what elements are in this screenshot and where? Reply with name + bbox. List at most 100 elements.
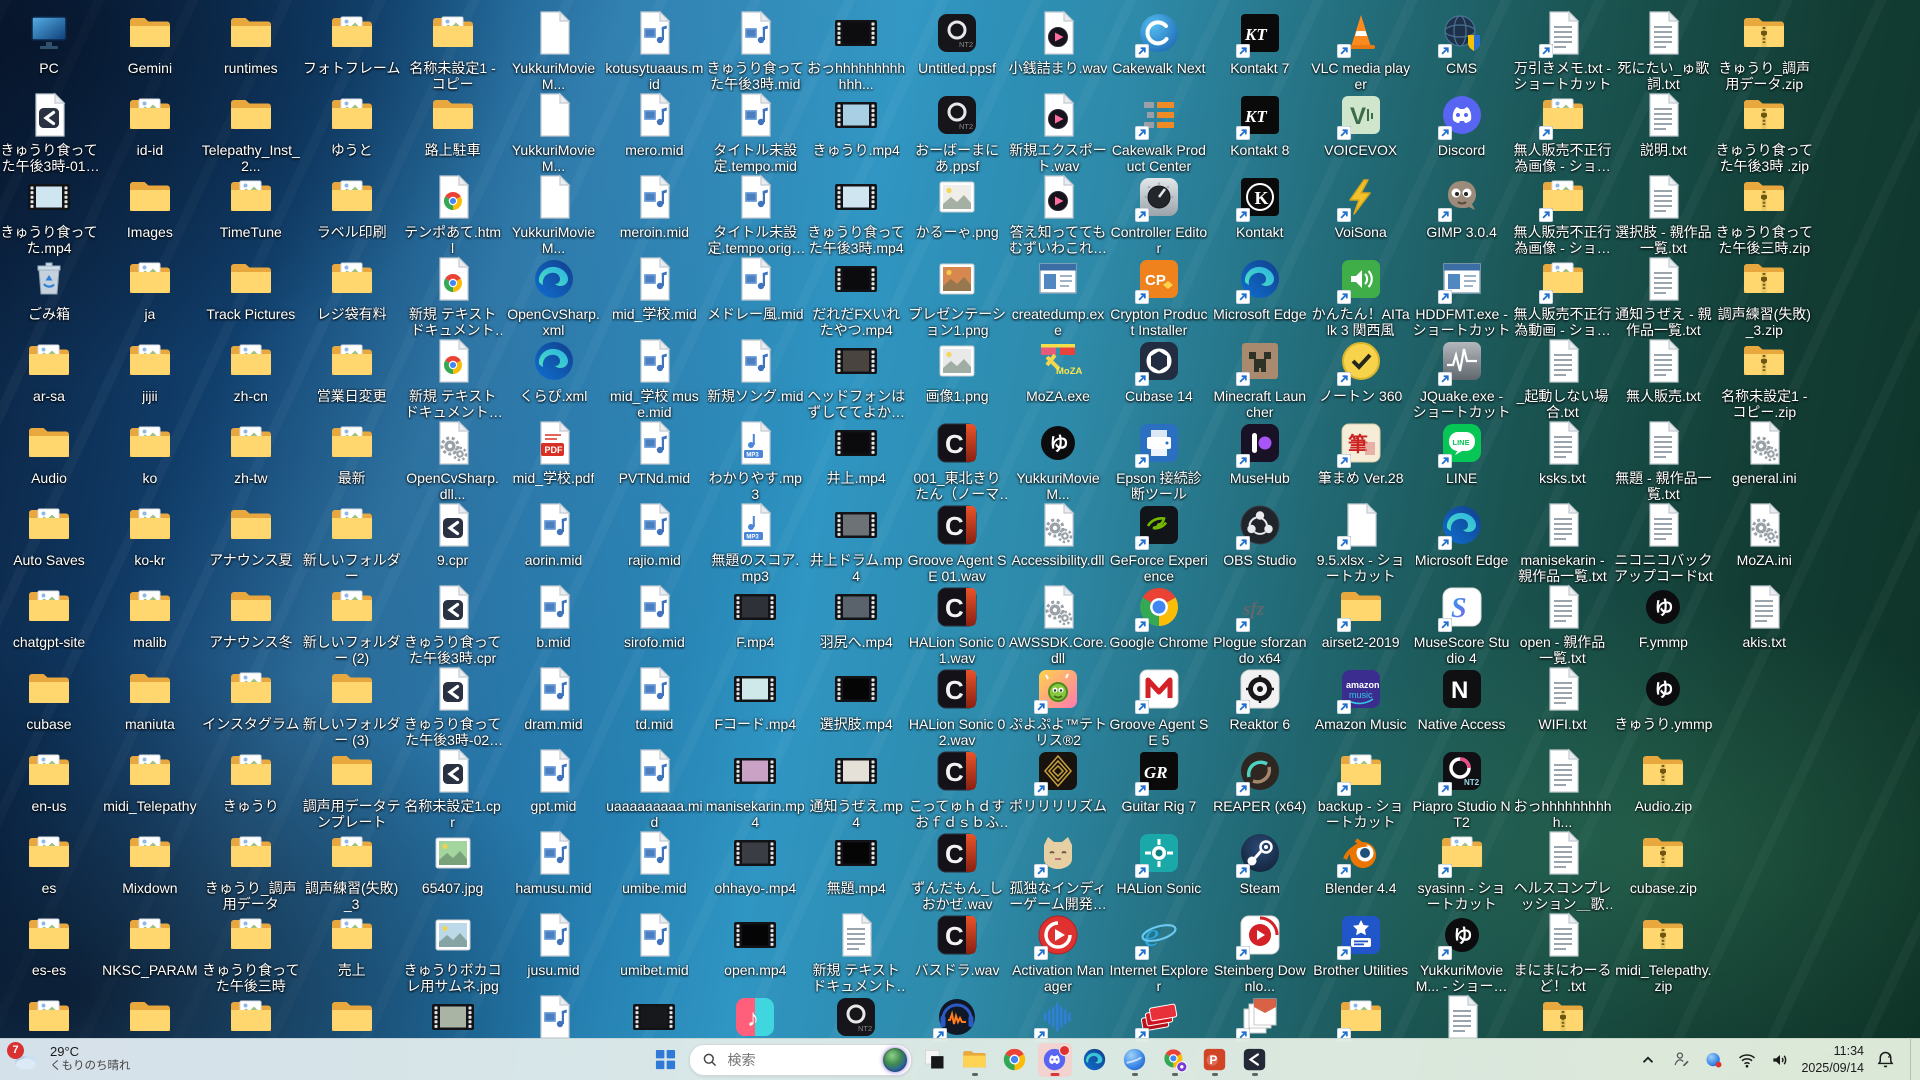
desktop-icon[interactable]: kotusytuaaus.mid (604, 9, 705, 92)
desktop-icon[interactable]: Accessibility.dll (1008, 501, 1109, 568)
desktop-icon[interactable]: sirofo.mid (604, 583, 705, 650)
desktop-icon[interactable]: タイトル未設定.tempo.mid (705, 91, 806, 174)
taskbar-cubase[interactable] (1238, 1043, 1272, 1077)
desktop-icon[interactable]: 無人販売不正行為動画 - ショートカット (1512, 255, 1613, 338)
desktop-icon[interactable]: きゅうり.mp4 (806, 91, 907, 158)
desktop-icon[interactable]: uaaaaaaaaa.mid (604, 747, 705, 830)
desktop-icon[interactable] (503, 993, 604, 1044)
desktop-icon[interactable]: きゅうり食ってた午後3時.mp4 (806, 173, 907, 256)
desktop-icon[interactable]: Reaktor 6 (1209, 665, 1310, 732)
desktop-icon[interactable]: 死にたい_ゅ歌詞.txt (1613, 9, 1714, 92)
desktop-icon[interactable]: Audio.zip (1613, 747, 1714, 814)
desktop-icon[interactable]: umibet.mid (604, 911, 705, 978)
desktop-icon[interactable]: syasinn - ショートカット (1411, 829, 1512, 912)
clock[interactable]: 11:34 2025/09/14 (1801, 1043, 1864, 1076)
desktop-icon[interactable]: きゅうり食ってた午後3時.cpr (402, 583, 503, 666)
desktop-icon[interactable]: ゆF.ymmp (1613, 583, 1714, 650)
desktop-icon[interactable]: 万引きメモ.txt - ショートカット (1512, 9, 1613, 92)
desktop-icon[interactable]: MP3無題のスコア.mp3 (705, 501, 806, 584)
desktop-icon[interactable]: ぷよぷよ™テトリス®2 (1008, 665, 1109, 748)
desktop-icon[interactable]: きゅうり食ってた.mp4 (0, 173, 100, 256)
desktop-icon[interactable]: b.mid (503, 583, 604, 650)
desktop-icon[interactable]: PC (0, 9, 100, 76)
desktop-icon[interactable] (0, 993, 100, 1044)
desktop-icon[interactable]: Telepathy_Inst_2... (200, 91, 301, 174)
desktop-icon[interactable]: KTKontakt 8 (1209, 91, 1310, 158)
desktop-icon[interactable]: Microsoft Edge (1209, 255, 1310, 322)
desktop-icon[interactable]: Track Pictures (200, 255, 301, 322)
desktop-icon[interactable] (1512, 993, 1613, 1044)
wifi-icon[interactable] (1735, 1046, 1759, 1074)
desktop-icon[interactable]: 選択肢.mp4 (806, 665, 907, 732)
desktop-icon[interactable]: MoZA.ini (1714, 501, 1815, 568)
desktop-icon[interactable]: CMS (1411, 9, 1512, 76)
desktop-icon[interactable]: ゆうと (301, 91, 402, 158)
desktop-icon[interactable]: 通知うぜえ.mp4 (806, 747, 907, 830)
desktop-icon[interactable]: Epson 接続診断ツール (1108, 419, 1209, 502)
desktop-icon[interactable]: Images (99, 173, 200, 240)
desktop-icon[interactable]: MP3わかりやす.mp3 (705, 419, 806, 502)
desktop-icon[interactable]: runtimes (200, 9, 301, 76)
desktop-icon[interactable]: OpenCvSharp.xml (503, 255, 604, 338)
desktop-icon[interactable]: アナウンス夏 (200, 501, 301, 568)
desktop-icon[interactable]: 新しいフォルダー (3) (301, 665, 402, 748)
desktop-icon[interactable]: きゅうり_調声用データ.zip (1714, 9, 1815, 92)
desktop-icon[interactable]: jijii (99, 337, 200, 404)
desktop-icon[interactable]: hamusu.mid (503, 829, 604, 896)
desktop-icon[interactable]: ノートン 360 (1310, 337, 1411, 404)
ime-pen-icon[interactable] (1669, 1046, 1693, 1074)
desktop-icon[interactable]: NT2Untitled.ppsf (907, 9, 1008, 76)
desktop-icon[interactable]: ko-kr (99, 501, 200, 568)
desktop-icon[interactable]: Gemini (99, 9, 200, 76)
start-button[interactable] (649, 1043, 683, 1077)
desktop-icon[interactable]: PDFmid_学校.pdf (503, 419, 604, 486)
desktop-icon[interactable]: ごみ箱 (0, 255, 100, 322)
desktop-icon[interactable]: ar-sa (0, 337, 100, 404)
desktop-icon[interactable]: akis.txt (1714, 583, 1815, 650)
desktop-icon[interactable]: cubase (0, 665, 100, 732)
desktop-icon[interactable]: AWSSDK.Core.dll (1008, 583, 1109, 666)
desktop-icon[interactable]: OpenCvSharp.dll... (402, 419, 503, 502)
taskbar-powerpoint[interactable]: P (1198, 1043, 1232, 1077)
desktop-icon[interactable]: 調声練習(失敗)_3.zip (1714, 255, 1815, 338)
desktop-icon[interactable]: 売上 (301, 911, 402, 978)
desktop-icon[interactable]: 井上.mp4 (806, 419, 907, 486)
desktop-icon[interactable]: GeForce Experience (1108, 501, 1209, 584)
taskbar-chrome[interactable] (998, 1043, 1032, 1077)
desktop-icon[interactable]: zh-cn (200, 337, 301, 404)
desktop-icon[interactable]: 新規 テキスト ドキュメント.html (402, 337, 503, 420)
desktop-icon[interactable]: ゆYukkuriMovieM... (1008, 419, 1109, 502)
desktop-icon[interactable]: dram.mid (503, 665, 604, 732)
volume-icon[interactable] (1768, 1046, 1792, 1074)
desktop-icon[interactable]: CHALion Sonic 01.wav (907, 583, 1008, 666)
taskbar-explorer[interactable] (958, 1043, 992, 1077)
desktop-icon[interactable]: 画像1.png (907, 337, 1008, 404)
desktop-icon[interactable]: 9.cpr (402, 501, 503, 568)
desktop-icon[interactable]: es (0, 829, 100, 896)
desktop-icon[interactable]: VVOICEVOX (1310, 91, 1411, 158)
desktop-icon[interactable]: es-es (0, 911, 100, 978)
desktop-icon[interactable]: ja (99, 255, 200, 322)
desktop-icon[interactable] (99, 993, 200, 1044)
desktop-icon[interactable]: CHALion Sonic 02.wav (907, 665, 1008, 748)
desktop-icon[interactable]: アナウンス冬 (200, 583, 301, 650)
do-not-disturb-bell-icon[interactable]: z (1873, 1046, 1897, 1074)
desktop-icon[interactable]: かるーゃ.png (907, 173, 1008, 240)
desktop-icon[interactable]: 無人販売不正行為画像 - ショートカッ... (1512, 91, 1613, 174)
desktop-icon[interactable]: maniuta (99, 665, 200, 732)
desktop-icon[interactable]: 新規ソング.mid (705, 337, 806, 404)
desktop-icon[interactable]: midi_Telepathy.zip (1613, 911, 1714, 994)
desktop-icon[interactable]: NKSC_PARAM (99, 911, 200, 978)
desktop-icon[interactable]: Blender 4.4 (1310, 829, 1411, 896)
desktop-icon[interactable]: Mixdown (99, 829, 200, 896)
desktop-icon[interactable]: 選択肢 - 親作品一覧.txt (1613, 173, 1714, 256)
desktop-icon[interactable]: インスタグラム (200, 665, 301, 732)
desktop-icon[interactable]: KKontakt (1209, 173, 1310, 240)
taskbar-chrome-profile[interactable] (1158, 1043, 1192, 1077)
desktop-icon[interactable]: Microsoft Edge (1411, 501, 1512, 568)
desktop-icon[interactable]: 名称未設定1 - コピー (402, 9, 503, 92)
desktop-icon[interactable] (1411, 993, 1512, 1044)
desktop-icon[interactable]: メドレー風.mid (705, 255, 806, 322)
desktop-icon[interactable]: 調声用データテンプレート (301, 747, 402, 830)
desktop-icon[interactable]: タイトル未設定.tempo.orig1.mid (705, 173, 806, 256)
